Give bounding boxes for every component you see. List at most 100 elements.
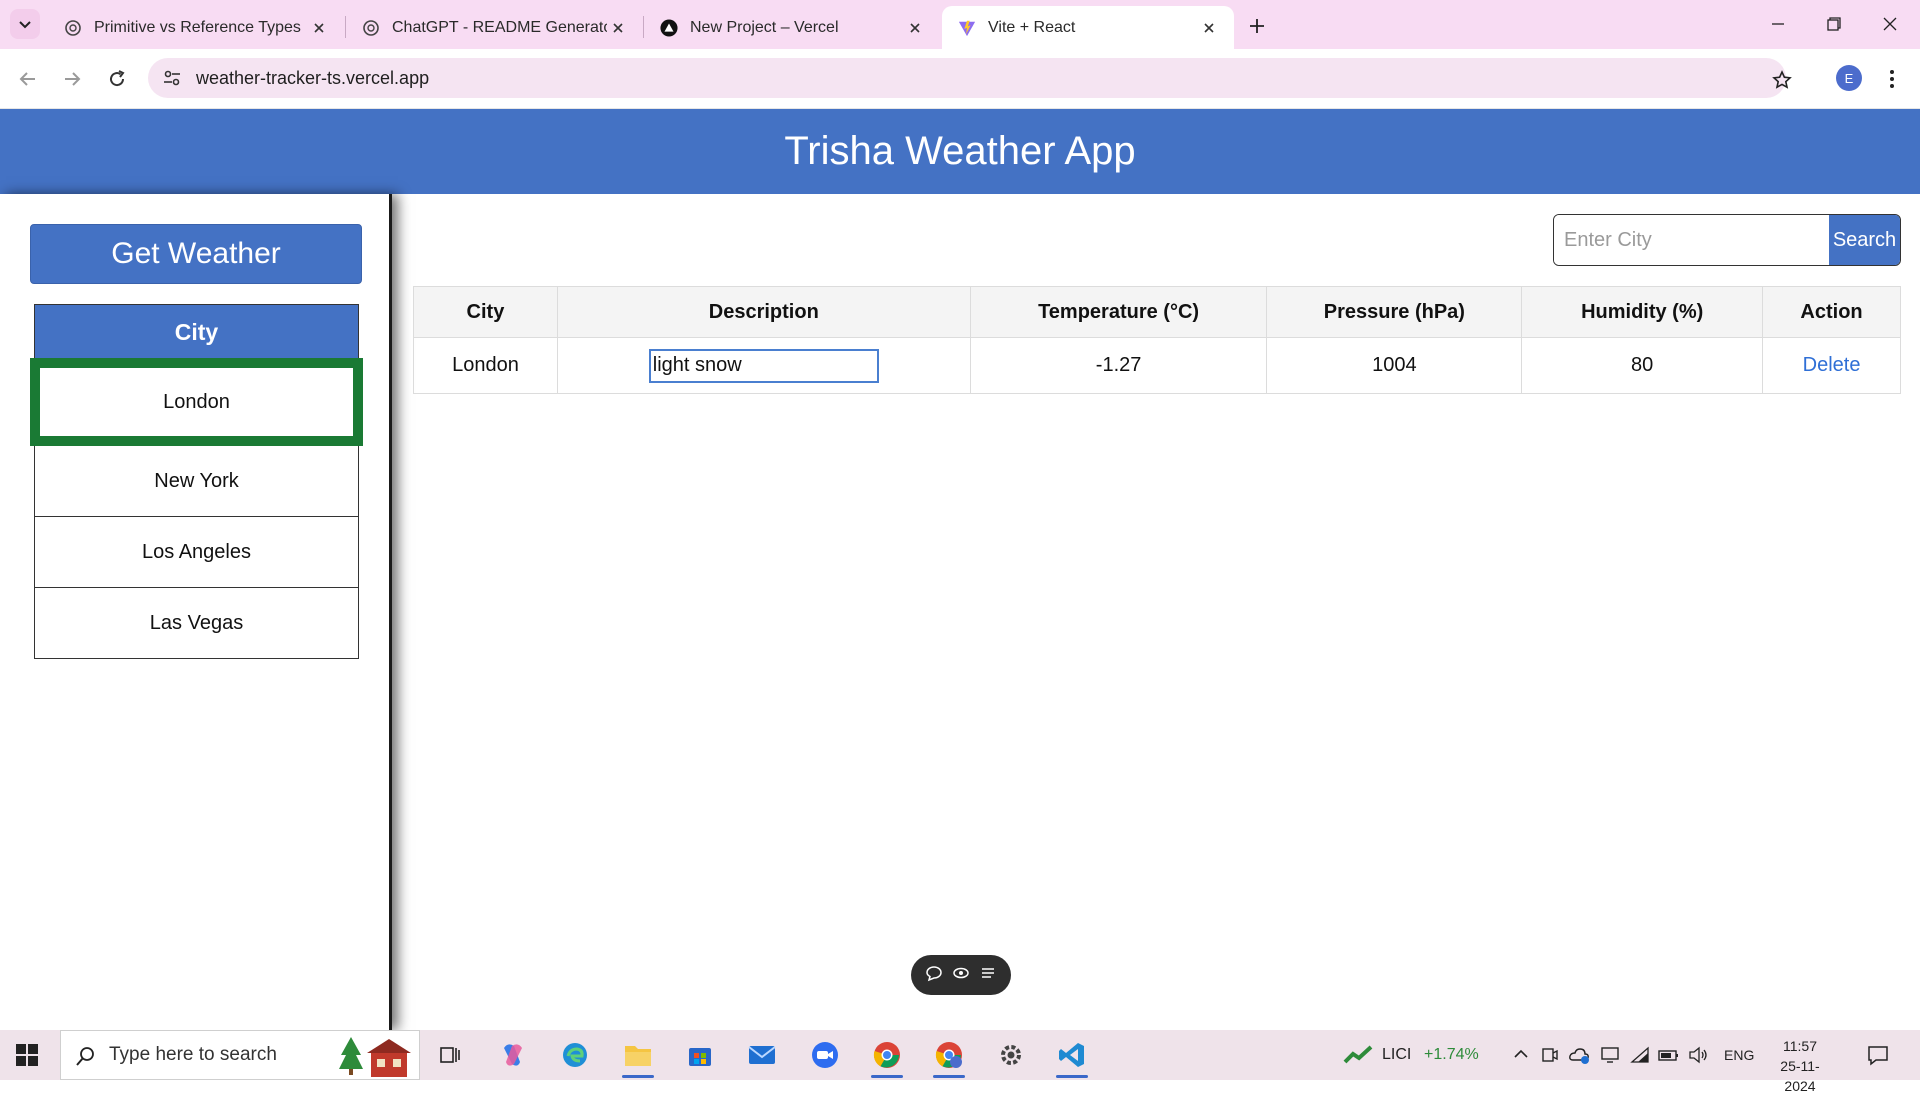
file-explorer-button[interactable] <box>618 1036 658 1078</box>
eye-icon[interactable] <box>952 964 970 987</box>
cell-pressure: 1004 <box>1266 337 1523 394</box>
tab-vercel-new-project[interactable]: New Project – Vercel <box>644 6 940 49</box>
task-view-button[interactable] <box>430 1036 470 1074</box>
city-item-los-angeles[interactable]: Los Angeles <box>34 517 359 588</box>
city-item-las-vegas[interactable]: Las Vegas <box>34 588 359 659</box>
settings-button[interactable] <box>991 1036 1031 1074</box>
cell-description <box>556 337 971 394</box>
mail-button[interactable] <box>742 1036 782 1074</box>
close-icon[interactable] <box>1198 17 1220 39</box>
cell-humidity: 80 <box>1521 337 1764 394</box>
new-tab-button[interactable] <box>1243 12 1271 40</box>
christmas-tree-icon <box>337 1035 417 1084</box>
bookmark-star-button[interactable] <box>1770 68 1794 92</box>
browser-tabbar: Primitive vs Reference Types ChatGPT - R… <box>0 0 1920 49</box>
reload-icon <box>110 70 125 87</box>
vite-icon <box>958 19 976 37</box>
city-item-london[interactable]: London <box>30 358 363 446</box>
restore-button[interactable] <box>1806 6 1862 42</box>
close-icon[interactable] <box>308 17 330 39</box>
language-indicator[interactable]: ENG <box>1724 1047 1754 1063</box>
cloud-icon[interactable] <box>1568 1045 1590 1070</box>
restore-icon <box>1827 17 1841 31</box>
meet-now-icon[interactable] <box>1540 1045 1560 1070</box>
delete-link[interactable]: Delete <box>1803 354 1861 376</box>
city-search-input[interactable] <box>1554 215 1829 265</box>
back-button[interactable] <box>12 63 44 95</box>
store-icon <box>689 1048 711 1066</box>
cell-action: Delete <box>1762 337 1901 394</box>
city-list-header: City <box>34 304 359 360</box>
volume-icon[interactable] <box>1688 1045 1710 1070</box>
forward-button[interactable] <box>56 63 88 95</box>
vercel-icon <box>660 18 678 37</box>
chatgpt-icon <box>362 19 380 37</box>
search-button[interactable]: Search <box>1829 215 1900 265</box>
minimize-icon <box>1772 23 1784 25</box>
tab-vite-react[interactable]: Vite + React <box>942 6 1234 49</box>
windows-taskbar: Type here to search LICI +1.74% ENG 11:5… <box>0 1030 1920 1094</box>
active-indicator <box>871 1075 903 1078</box>
windows-start-button[interactable] <box>12 1040 42 1070</box>
app-title: Trisha Weather App <box>784 129 1136 173</box>
microsoft-store-button[interactable] <box>680 1036 720 1074</box>
stock-chart-icon <box>1343 1044 1373 1071</box>
clock-date: 25-11-2024 <box>1780 1058 1820 1094</box>
arrow-right-icon <box>65 72 81 86</box>
close-icon[interactable] <box>904 17 926 39</box>
minimize-button[interactable] <box>1750 6 1806 42</box>
vscode-icon <box>1059 1043 1084 1067</box>
taskbar-search-placeholder: Type here to search <box>109 1044 277 1065</box>
star-icon <box>1772 70 1792 89</box>
column-header-action: Action <box>1762 286 1901 338</box>
close-window-button[interactable] <box>1862 6 1918 42</box>
search-icon <box>75 1045 97 1072</box>
table-row: London -1.27 1004 80 Delete <box>413 337 1901 394</box>
weather-table: City Description Temperature (°C) Pressu… <box>413 286 1901 394</box>
battery-icon[interactable] <box>1658 1045 1680 1070</box>
wifi-icon[interactable] <box>1630 1045 1650 1070</box>
display-icon[interactable] <box>1600 1045 1620 1070</box>
close-icon <box>1883 17 1897 31</box>
address-bar[interactable]: weather-tracker-ts.vercel.app <box>148 58 1786 98</box>
copilot-icon <box>504 1044 522 1066</box>
zoom-button[interactable] <box>805 1036 845 1074</box>
tab-title: New Project – Vercel <box>690 18 839 36</box>
description-input[interactable] <box>648 348 879 383</box>
more-vertical-icon <box>1890 70 1894 88</box>
reload-button[interactable] <box>101 63 133 95</box>
tab-search-button[interactable] <box>10 9 40 39</box>
cell-temperature: -1.27 <box>969 337 1268 394</box>
menu-icon[interactable] <box>979 964 997 987</box>
chevron-up-icon[interactable] <box>1512 1045 1530 1068</box>
copilot-button[interactable] <box>493 1036 533 1074</box>
get-weather-button[interactable]: Get Weather <box>30 224 362 284</box>
profile-avatar[interactable]: E <box>1836 65 1862 91</box>
plus-icon <box>1250 19 1264 33</box>
column-header-city: City <box>413 286 558 338</box>
city-search: Search <box>1553 214 1901 266</box>
comment-icon[interactable] <box>925 964 943 987</box>
mail-icon <box>748 1046 776 1064</box>
city-item-new-york[interactable]: New York <box>34 446 359 517</box>
floating-toolbar <box>911 955 1011 995</box>
chrome-button[interactable] <box>867 1036 907 1078</box>
chrome-profile-button[interactable] <box>929 1036 969 1078</box>
column-header-humidity: Humidity (%) <box>1521 286 1764 338</box>
taskbar-clock[interactable]: 11:57 25-11-2024 <box>1768 1036 1832 1096</box>
browser-menu-button[interactable] <box>1880 65 1904 93</box>
clock-time: 11:57 <box>1783 1038 1817 1054</box>
column-header-pressure: Pressure (hPa) <box>1266 286 1523 338</box>
active-indicator <box>622 1075 654 1078</box>
tab-primitive-vs-reference[interactable]: Primitive vs Reference Types <box>48 6 344 49</box>
close-icon[interactable] <box>607 17 628 39</box>
city-list: City London New York Los Angeles Las Veg… <box>30 304 363 659</box>
vscode-button[interactable] <box>1052 1036 1092 1078</box>
taskbar-search-box[interactable]: Type here to search <box>60 1030 420 1080</box>
edge-button[interactable] <box>555 1036 595 1074</box>
site-settings-icon[interactable] <box>162 68 182 88</box>
tab-readme-generator[interactable]: ChatGPT - README Generator <box>346 6 642 49</box>
notification-icon[interactable] <box>1866 1043 1890 1072</box>
stock-ticker[interactable]: LICI <box>1382 1046 1411 1064</box>
chevron-down-icon <box>19 21 31 29</box>
